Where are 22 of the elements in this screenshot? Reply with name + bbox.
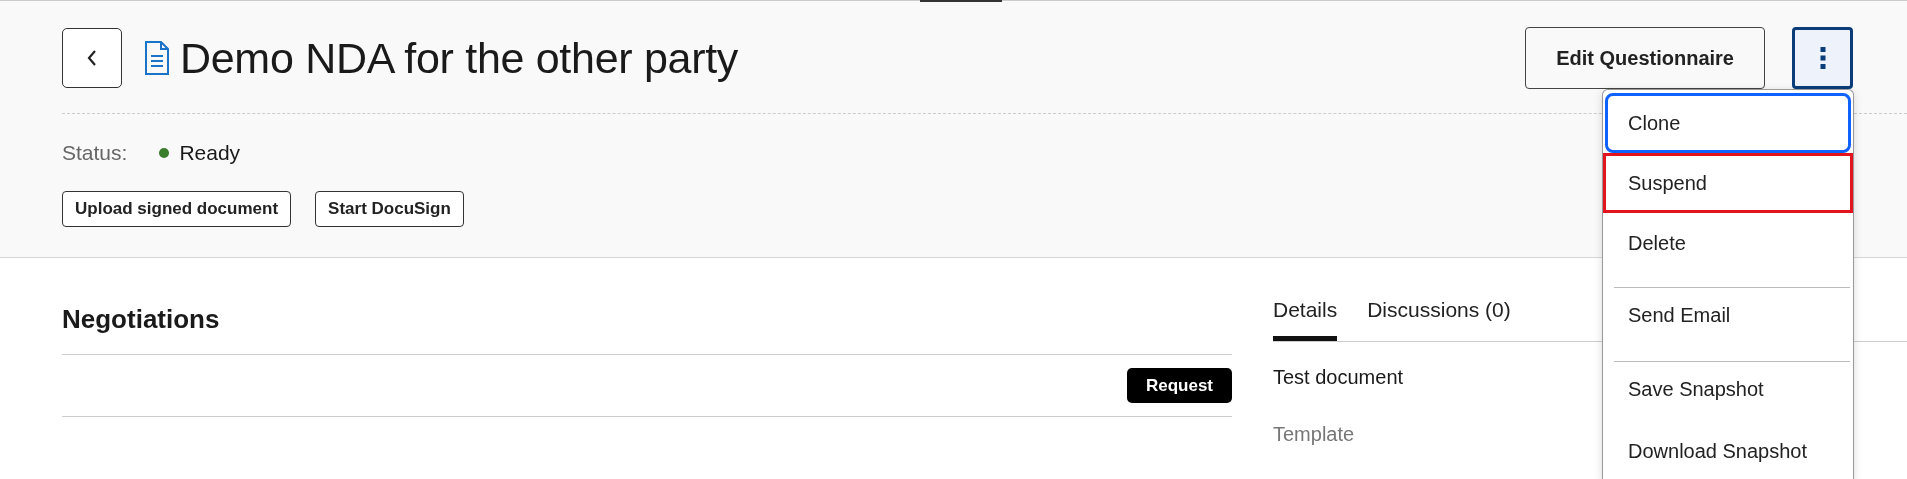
upload-button[interactable]: Upload signed document — [62, 191, 292, 227]
menu-item[interactable]: Delete — [1605, 213, 1851, 273]
back-button[interactable] — [62, 28, 122, 88]
page-title: Demo NDA for the other party — [180, 33, 738, 83]
status-value: Ready — [179, 141, 241, 165]
more-options-button[interactable] — [1792, 27, 1853, 89]
section-title: Negotiations — [62, 303, 221, 336]
docusign-button[interactable]: Start DocuSign — [315, 191, 464, 227]
status-dot — [159, 148, 170, 158]
menu-item[interactable]: Suspend — [1603, 153, 1853, 213]
edit-questionnaire-button[interactable]: Edit Questionnaire — [1525, 27, 1765, 89]
chevron-left-icon — [86, 49, 98, 67]
menu-item[interactable]: Download Snapshot — [1605, 421, 1851, 479]
request-button[interactable]: Request — [1126, 368, 1232, 403]
template-label: Template — [1273, 423, 1355, 446]
document-description: Test document — [1273, 366, 1404, 389]
status-label: Status: — [62, 141, 128, 165]
tab[interactable]: Details — [1273, 298, 1338, 341]
kebab-menu-icon — [1819, 47, 1826, 69]
document-icon — [144, 41, 170, 75]
menu-item[interactable]: Clone — [1605, 93, 1851, 153]
tab[interactable]: Discussions (0) — [1367, 298, 1511, 341]
